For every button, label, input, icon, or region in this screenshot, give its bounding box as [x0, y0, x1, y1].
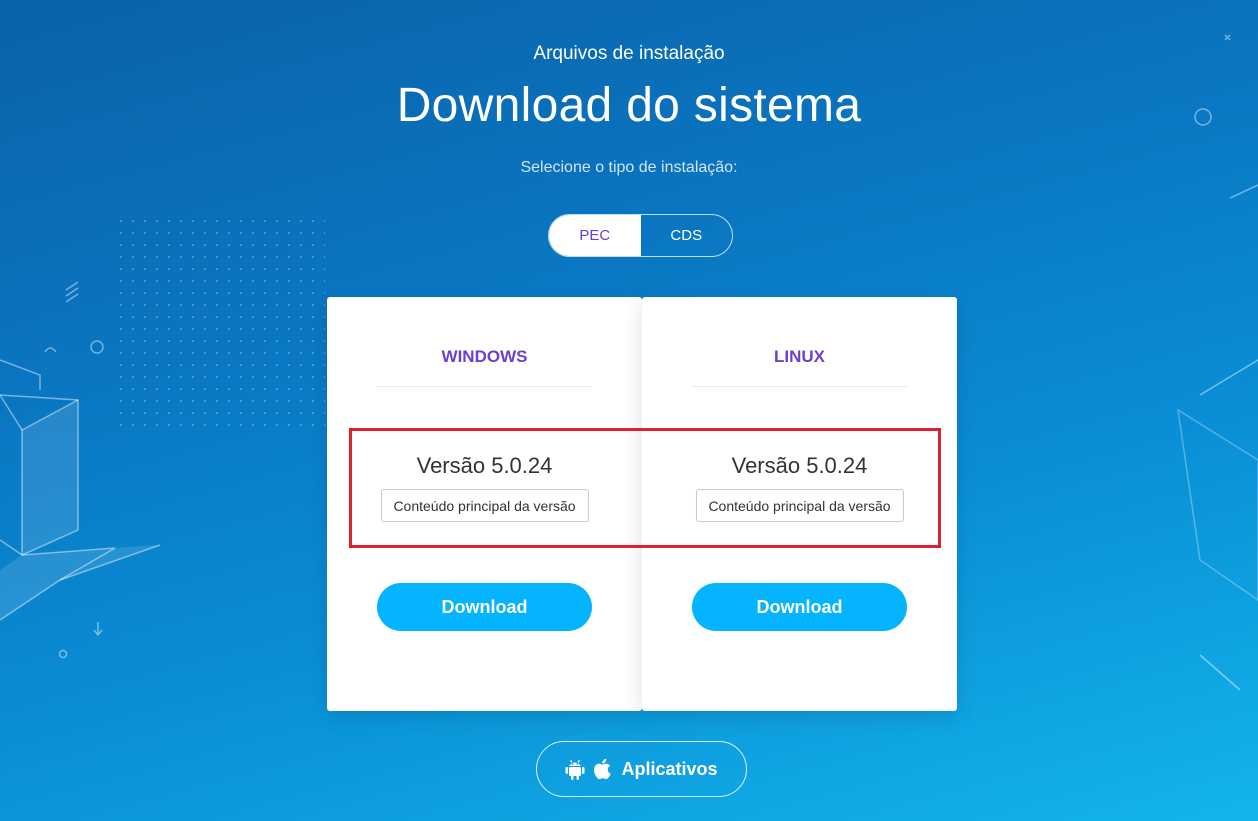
- toggle-option-pec[interactable]: PEC: [549, 215, 641, 256]
- toggle-option-cds[interactable]: CDS: [641, 215, 733, 256]
- card-title: LINUX: [774, 347, 825, 366]
- windows-card: WINDOWS Versão 5.0.24 Conteúdo principal…: [327, 297, 642, 711]
- install-type-toggle: PEC CDS: [548, 214, 733, 257]
- divider: [692, 386, 907, 387]
- release-notes-button[interactable]: Conteúdo principal da versão: [380, 489, 589, 522]
- divider: [377, 386, 592, 387]
- apps-button-label: Aplicativos: [621, 758, 718, 779]
- apple-icon: [594, 758, 612, 780]
- dot-pattern: [115, 215, 325, 435]
- apps-icons: [565, 758, 612, 780]
- android-icon: [565, 759, 585, 780]
- download-button[interactable]: Download: [692, 583, 907, 631]
- release-notes-button[interactable]: Conteúdo principal da versão: [695, 489, 904, 522]
- version-label: Versão 5.0.24: [731, 453, 868, 478]
- version-label: Versão 5.0.24: [416, 453, 553, 478]
- apps-button[interactable]: Aplicativos: [536, 741, 747, 797]
- page-subtitle: Selecione o tipo de instalação:: [520, 159, 738, 176]
- card-title: WINDOWS: [441, 347, 528, 366]
- page-eyebrow: Arquivos de instalação: [533, 43, 725, 64]
- page-title: Download do sistema: [396, 79, 862, 132]
- download-button[interactable]: Download: [377, 583, 592, 631]
- linux-card: LINUX Versão 5.0.24 Conteúdo principal d…: [642, 297, 957, 711]
